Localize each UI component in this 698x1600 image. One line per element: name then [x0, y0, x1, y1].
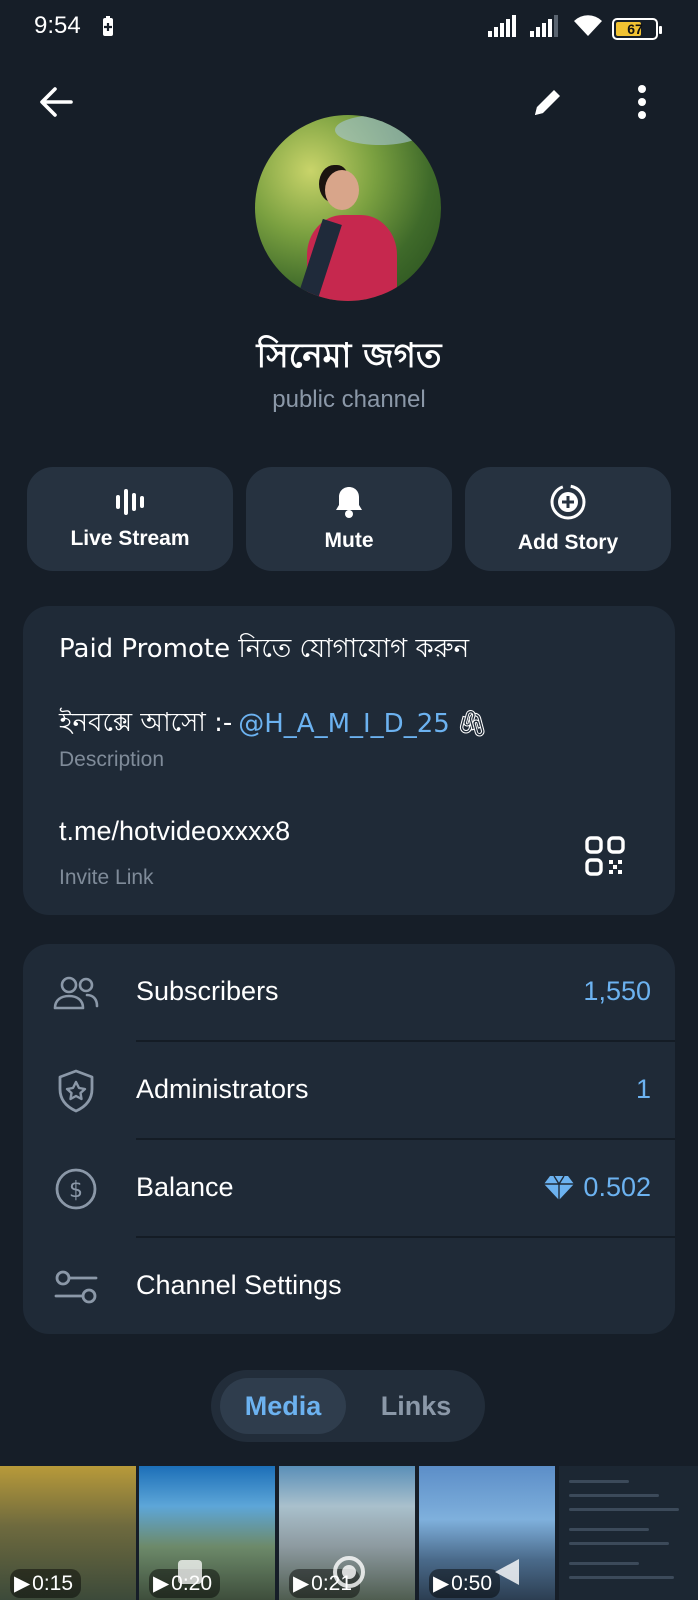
balance-label: Balance: [136, 1172, 234, 1202]
arrow-left-icon: [40, 87, 73, 117]
invite-link-caption: Invite Link: [59, 866, 154, 889]
home-button[interactable]: [329, 1552, 369, 1592]
wifi-icon: [572, 14, 604, 43]
media-tabs: Media Links: [211, 1370, 485, 1442]
status-time: 9:54: [34, 12, 81, 39]
tab-media[interactable]: Media: [220, 1378, 346, 1434]
description-caption: Description: [59, 748, 165, 771]
live-stream-icon: [116, 489, 144, 515]
qr-code-button[interactable]: [581, 832, 629, 880]
live-stream-button[interactable]: Live Stream: [27, 467, 233, 571]
back-nav-button[interactable]: [487, 1552, 527, 1592]
settings-sliders-icon: [53, 1264, 99, 1310]
battery-saver-icon: [100, 16, 116, 38]
more-vertical-icon: [638, 85, 646, 119]
mute-label: Mute: [324, 529, 374, 552]
square-icon: [178, 1560, 202, 1584]
channel-settings-row[interactable]: Channel Settings: [23, 1238, 675, 1334]
balance-value-wrap: 0.502: [543, 1172, 651, 1203]
subscribers-label: Subscribers: [136, 976, 279, 1006]
tab-links[interactable]: Links: [353, 1378, 479, 1434]
add-story-label: Add Story: [517, 531, 619, 554]
channel-type: public channel: [272, 386, 426, 413]
administrators-count: 1: [635, 1074, 651, 1104]
svg-text:$: $: [69, 1178, 83, 1203]
subscribers-count: 1,550: [583, 976, 651, 1006]
shield-star-icon: [53, 1068, 99, 1114]
administrators-label: Administrators: [136, 1074, 309, 1104]
paperclip-emoji: 🖇: [455, 709, 489, 739]
balance-row[interactable]: $ Balance 0.502: [23, 1140, 675, 1238]
pencil-icon: [535, 90, 560, 115]
dollar-circle-icon: $: [53, 1166, 99, 1212]
back-button[interactable]: [32, 78, 80, 126]
balance-value: 0.502: [583, 1172, 651, 1202]
live-stream-label: Live Stream: [70, 527, 190, 550]
battery-level: 67: [627, 20, 643, 37]
channel-stats-card: Subscribers 1,550 Administrators 1 $ Bal…: [23, 944, 675, 1334]
qr-code-icon: [585, 836, 625, 876]
subscribers-row[interactable]: Subscribers 1,550: [23, 944, 675, 1042]
people-icon: [53, 970, 99, 1016]
add-story-icon: [550, 484, 586, 520]
diamond-icon: [544, 1175, 575, 1200]
signal-icon: [488, 15, 522, 42]
recents-button[interactable]: [170, 1552, 210, 1592]
administrators-row[interactable]: Administrators 1: [23, 1042, 675, 1140]
more-options-button[interactable]: [618, 78, 666, 126]
description-line-1: Paid Promote নিতে যোগাযোগ করুন: [59, 634, 470, 664]
bell-icon: [336, 487, 362, 518]
invite-link[interactable]: t.me/hotvideoxxxx8: [59, 816, 290, 847]
status-bar: 9:54 67: [0, 0, 698, 54]
admin-handle-link[interactable]: @H_A_M_I_D_25: [238, 709, 450, 739]
edit-button[interactable]: [524, 78, 572, 126]
signal-icon: [530, 15, 564, 42]
channel-info-card: Paid Promote নিতে যোগাযোগ করুন ইনবক্সে আ…: [23, 606, 675, 915]
description-line-2: ইনবক্সে আসো :- @H_A_M_I_D_25 🖇: [59, 702, 489, 746]
channel-settings-label: Channel Settings: [136, 1270, 342, 1300]
add-story-button[interactable]: Add Story: [465, 467, 671, 571]
channel-name: সিনেমা জগত: [256, 336, 442, 376]
mute-button[interactable]: Mute: [246, 467, 452, 571]
channel-avatar[interactable]: [255, 115, 441, 301]
system-nav-bar: [0, 1540, 698, 1600]
circle-icon: [333, 1556, 365, 1588]
description-prefix: ইনবক্সে আসো :-: [59, 708, 233, 738]
battery-icon: 67: [612, 17, 662, 40]
triangle-left-icon: [495, 1559, 519, 1585]
